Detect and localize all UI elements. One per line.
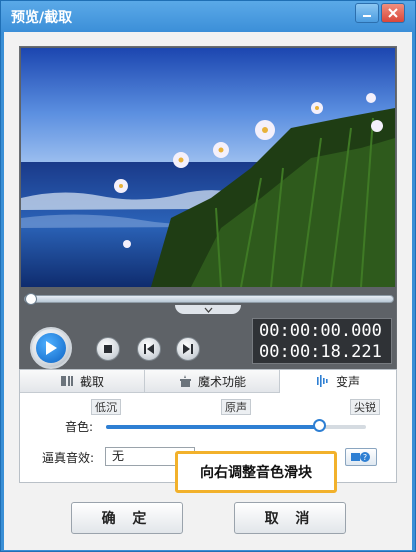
help-button[interactable]: ? — [345, 448, 377, 466]
tab-clip-label: 截取 — [79, 374, 104, 389]
total-time: 00:00:18.221 — [259, 342, 382, 362]
play-button[interactable] — [30, 327, 72, 369]
window-title: 预览/截取 — [11, 10, 73, 26]
next-frame-icon — [183, 344, 193, 354]
tab-voice-change[interactable]: 变声 — [280, 370, 396, 393]
dialog-body: 00:00:00.000 00:00:18.221 截取 魔术功能 变声 低沉 … — [4, 32, 412, 550]
tab-voice-change-label: 变声 — [335, 374, 360, 389]
magic-icon — [179, 375, 191, 387]
time-display: 00:00:00.000 00:00:18.221 — [252, 318, 392, 364]
next-frame-button[interactable] — [176, 337, 200, 361]
pitch-label: 音色: — [65, 420, 94, 434]
pitch-slider-fill — [106, 425, 320, 429]
stop-button[interactable] — [96, 337, 120, 361]
clip-icon — [60, 376, 73, 386]
pitch-slider-knob[interactable] — [313, 419, 327, 432]
video-preview[interactable] — [21, 48, 395, 287]
player-panel: 00:00:00.000 00:00:18.221 — [19, 46, 397, 396]
svg-text:?: ? — [363, 453, 367, 462]
video-frame-image — [21, 48, 395, 287]
previous-frame-button[interactable] — [137, 337, 161, 361]
tab-magic-label: 魔术功能 — [197, 374, 246, 389]
timeline-knob[interactable] — [25, 293, 37, 305]
previous-frame-icon — [144, 344, 154, 354]
tab-bar: 截取 魔术功能 变声 — [20, 370, 396, 393]
pitch-tag-original: 原声 — [221, 399, 251, 415]
current-time: 00:00:00.000 — [259, 321, 382, 341]
close-button[interactable] — [381, 3, 405, 23]
waveform-icon — [316, 375, 328, 387]
play-icon — [46, 341, 57, 355]
help-icon: ? — [351, 452, 370, 462]
close-icon — [388, 8, 398, 18]
cancel-button[interactable]: 取 消 — [234, 502, 346, 534]
title-bar[interactable]: 预览/截取 — [1, 1, 415, 32]
pitch-slider[interactable] — [106, 425, 366, 429]
dialog-window: 预览/截取 00:00:00.000 00:00:18.221 截取 魔术功能 … — [0, 0, 416, 552]
stop-icon — [104, 345, 112, 353]
minimize-button[interactable] — [355, 3, 379, 23]
hint-tooltip: 向右调整音色滑块 — [175, 451, 337, 493]
pitch-tag-high: 尖锐 — [350, 399, 380, 415]
pitch-tag-low: 低沉 — [91, 399, 121, 415]
minimize-icon — [363, 15, 371, 17]
tab-magic[interactable]: 魔术功能 — [145, 370, 280, 393]
ok-button[interactable]: 确 定 — [71, 502, 183, 534]
chevron-down-icon — [204, 307, 212, 313]
collapse-toggle[interactable] — [175, 305, 241, 314]
timeline-progress-bar[interactable] — [24, 293, 394, 305]
tab-clip[interactable]: 截取 — [20, 370, 145, 393]
effect-label: 逼真音效: — [42, 451, 95, 465]
